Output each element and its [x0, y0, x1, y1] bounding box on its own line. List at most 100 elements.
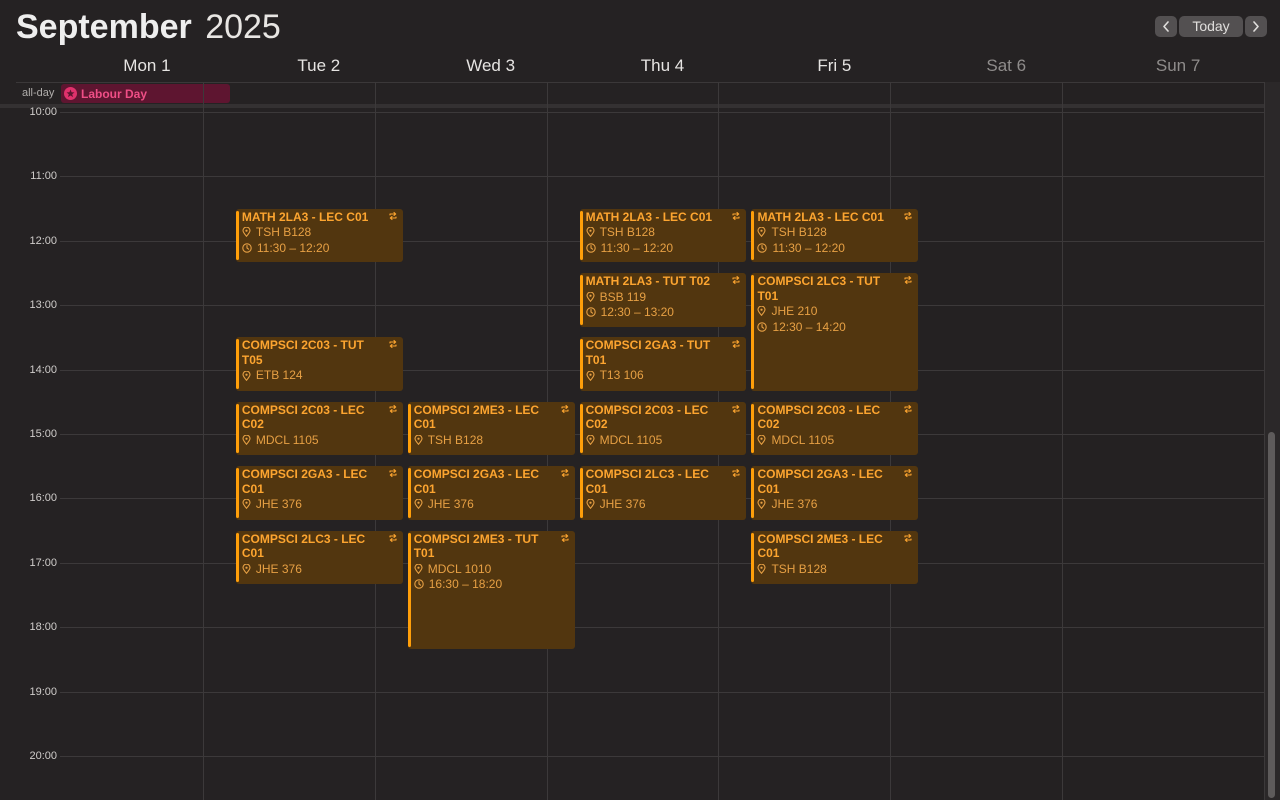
location-pin-icon — [757, 563, 766, 574]
repeat-icon — [904, 469, 912, 478]
calendar-event[interactable]: MATH 2LA3 - TUT T02 BSB 119 12:30 – 13:20 — [579, 273, 747, 327]
calendar-event[interactable]: COMPSCI 2GA3 - LEC C01 JHE 376 — [235, 466, 403, 520]
calendar-event[interactable]: COMPSCI 2C03 - LEC C02 MDCL 1105 — [579, 401, 747, 456]
repeat-icon — [732, 275, 740, 285]
location-pin-icon — [586, 227, 595, 238]
calendar-event[interactable]: COMPSCI 2ME3 - LEC C01 TSH B128 — [407, 401, 575, 456]
event-location: ETB 124 — [242, 368, 399, 383]
event-color-bar — [751, 275, 755, 390]
event-title: COMPSCI 2ME3 - LEC C01 — [757, 531, 883, 561]
location-pin-icon — [586, 499, 595, 510]
clock-icon — [242, 243, 252, 253]
event-time: 11:30 – 12:20 — [757, 241, 914, 256]
day-header-fri[interactable]: Fri 5 — [748, 54, 920, 82]
event-location: TSH B128 — [757, 225, 914, 240]
hour-label: 10:00 — [29, 106, 57, 118]
hour-label: 14:00 — [29, 363, 57, 376]
hour-label: 12:00 — [29, 234, 57, 247]
day-header-tue[interactable]: Tue 2 — [233, 54, 405, 82]
event-location: JHE 376 — [586, 497, 743, 512]
repeat-icon — [561, 404, 569, 413]
calendar-event[interactable]: COMPSCI 2C03 - TUT T05 ETB 124 — [235, 337, 403, 392]
event-title: COMPSCI 2C03 - LEC C02 — [757, 402, 881, 432]
event-location: JHE 376 — [242, 562, 399, 577]
event-title: COMPSCI 2LC3 - TUT T01 — [757, 274, 881, 303]
calendar-event[interactable]: COMPSCI 2GA3 - LEC C01 JHE 376 — [407, 466, 575, 520]
calendar-event[interactable]: COMPSCI 2GA3 - LEC C01 JHE 376 — [751, 466, 919, 520]
event-color-bar — [407, 532, 411, 647]
hour-gridline — [60, 756, 1264, 757]
calendar-event[interactable]: COMPSCI 2C03 - LEC C02 MDCL 1105 — [235, 401, 403, 456]
hour-label: 17:00 — [29, 556, 57, 569]
day-header-mon[interactable]: Mon 1 — [61, 54, 233, 82]
event-location-text: TSH B128 — [771, 225, 827, 240]
page-title: September 2025 — [16, 6, 281, 48]
event-location-text: TSH B128 — [771, 561, 827, 576]
calendar-event[interactable]: MATH 2LA3 - LEC C01 TSH B128 11:30 – 12:20 — [751, 208, 919, 263]
repeat-icon — [389, 211, 397, 220]
location-pin-icon — [586, 435, 595, 446]
event-color-bar — [751, 210, 755, 261]
location-pin-icon — [757, 499, 766, 510]
repeat-icon — [904, 211, 912, 220]
event-title: COMPSCI 2ME3 - TUT T01 — [413, 531, 539, 561]
calendar-event[interactable]: COMPSCI 2ME3 - TUT T01 MDCL 1010 16:30 – 1… — [407, 530, 575, 649]
event-color-bar — [407, 468, 411, 518]
chevron-left-icon — [1163, 21, 1169, 32]
hour-gridline — [60, 691, 1264, 693]
clock-icon — [585, 243, 596, 253]
hour-label: 15:00 — [29, 428, 57, 440]
event-time: 11:30 – 12:20 — [585, 240, 743, 256]
calendar-event[interactable]: MATH 2LA3 - LEC C01 TSH B128 11:30 – 12:20 — [235, 208, 403, 263]
hour-label: 13:00 — [29, 299, 57, 312]
previous-week-button[interactable] — [1155, 16, 1177, 37]
event-location-text: JHE 376 — [255, 497, 302, 512]
event-title: COMPSCI 2GA3 - LEC C01 — [413, 467, 540, 496]
location-pin-icon — [586, 291, 595, 302]
year-label: 2025 — [205, 8, 281, 46]
all-day-event-labour-day[interactable]: Labour Day — [61, 84, 230, 103]
calendar-event[interactable]: COMPSCI 2LC3 - TUT T01 JHE 210 12:30 – 14:… — [751, 273, 919, 392]
event-color-bar — [751, 468, 755, 518]
event-location-text: BSB 119 — [599, 289, 647, 304]
calendar-event[interactable]: MATH 2LA3 - LEC C01 TSH B128 11:30 – 12:20 — [579, 208, 747, 263]
event-location: TSH B128 — [242, 225, 399, 240]
event-location-text: JHE 210 — [771, 304, 818, 318]
event-color-bar — [235, 339, 239, 390]
day-header-wed[interactable]: Wed 3 — [405, 54, 577, 82]
hour-label: 11:00 — [30, 170, 57, 183]
location-pin-icon — [414, 435, 423, 446]
vertical-scrollbar[interactable] — [1264, 82, 1280, 800]
calendar-event[interactable]: COMPSCI 2LC3 - LEC C01 JHE 376 — [579, 466, 747, 520]
next-week-button[interactable] — [1245, 16, 1267, 37]
calendar-event[interactable]: COMPSCI 2C03 - LEC C02 MDCL 1105 — [751, 401, 919, 456]
calendar-event[interactable]: COMPSCI 2ME3 - LEC C01 TSH B128 — [751, 530, 919, 585]
clock-icon — [413, 579, 424, 590]
event-title: MATH 2LA3 - TUT T02 — [585, 274, 711, 288]
event-location-text: JHE 376 — [255, 561, 302, 576]
month-label: September — [16, 8, 192, 46]
day-header-sun[interactable]: Sun 7 — [1092, 54, 1264, 82]
scrollbar-thumb[interactable] — [1268, 432, 1275, 798]
day-header-sat[interactable]: Sat 6 — [920, 54, 1092, 82]
event-color-bar — [235, 468, 239, 518]
location-pin-icon — [414, 563, 423, 574]
calendar-event[interactable]: COMPSCI 2LC3 - LEC C01 JHE 376 — [235, 530, 403, 585]
repeat-icon — [732, 469, 740, 478]
event-color-bar — [407, 403, 411, 454]
event-location: MDCL 1010 — [414, 562, 571, 577]
day-header-thu[interactable]: Thu 4 — [577, 54, 749, 82]
event-color-bar — [579, 275, 583, 325]
event-title: MATH 2LA3 - LEC C01 — [757, 209, 884, 224]
event-location: JHE 376 — [242, 497, 399, 512]
today-button[interactable]: Today — [1179, 16, 1243, 37]
location-pin-icon — [757, 227, 766, 238]
event-time-text: 11:30 – 12:20 — [600, 240, 674, 255]
event-location-text: TSH B128 — [427, 432, 484, 447]
calendar-event[interactable]: COMPSCI 2GA3 - TUT T01 T13 106 — [579, 337, 747, 392]
event-location: MDCL 1105 — [242, 433, 399, 448]
all-day-event-title: Labour Day — [81, 86, 148, 101]
location-pin-icon — [586, 370, 595, 381]
repeat-icon — [389, 404, 397, 413]
event-time: 12:30 – 13:20 — [585, 305, 743, 320]
